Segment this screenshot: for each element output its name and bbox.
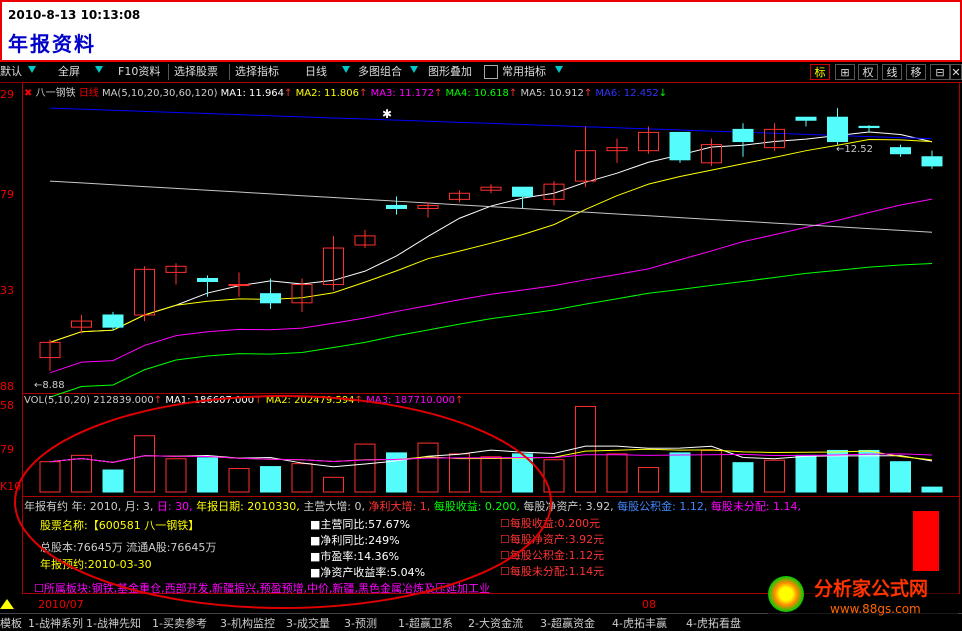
tab-6[interactable]: 3-预测 [344, 615, 377, 631]
flower-logo-icon [768, 576, 804, 612]
tab-8[interactable]: 2-大资金流 [468, 615, 523, 631]
tab-11[interactable]: 4-虎拓看盘 [686, 615, 741, 631]
date-mid: 08 [642, 598, 656, 611]
tab-template[interactable]: 模板 [0, 615, 22, 631]
date-start: 2010/07 [38, 598, 84, 611]
tab-10[interactable]: 4-虎拓丰赢 [612, 615, 667, 631]
tab-9[interactable]: 3-超赢资金 [540, 615, 595, 631]
watermark: 分析家公式网 www.88gs.com [768, 572, 958, 622]
warning-icon[interactable] [0, 599, 14, 609]
tab-7[interactable]: 1-超赢卫系 [398, 615, 453, 631]
tab-3[interactable]: 1-买卖参考 [152, 615, 207, 631]
annotation-ellipse [14, 395, 552, 609]
tab-4[interactable]: 3-机构监控 [220, 615, 275, 631]
watermark-url: www.88gs.com [830, 602, 921, 616]
tab-1[interactable]: 1-战神系列 [28, 615, 83, 631]
tab-5[interactable]: 3-成交量 [286, 615, 330, 631]
watermark-text: 分析家公式网 [814, 578, 929, 600]
tab-2[interactable]: 1-战神先知 [86, 615, 141, 631]
